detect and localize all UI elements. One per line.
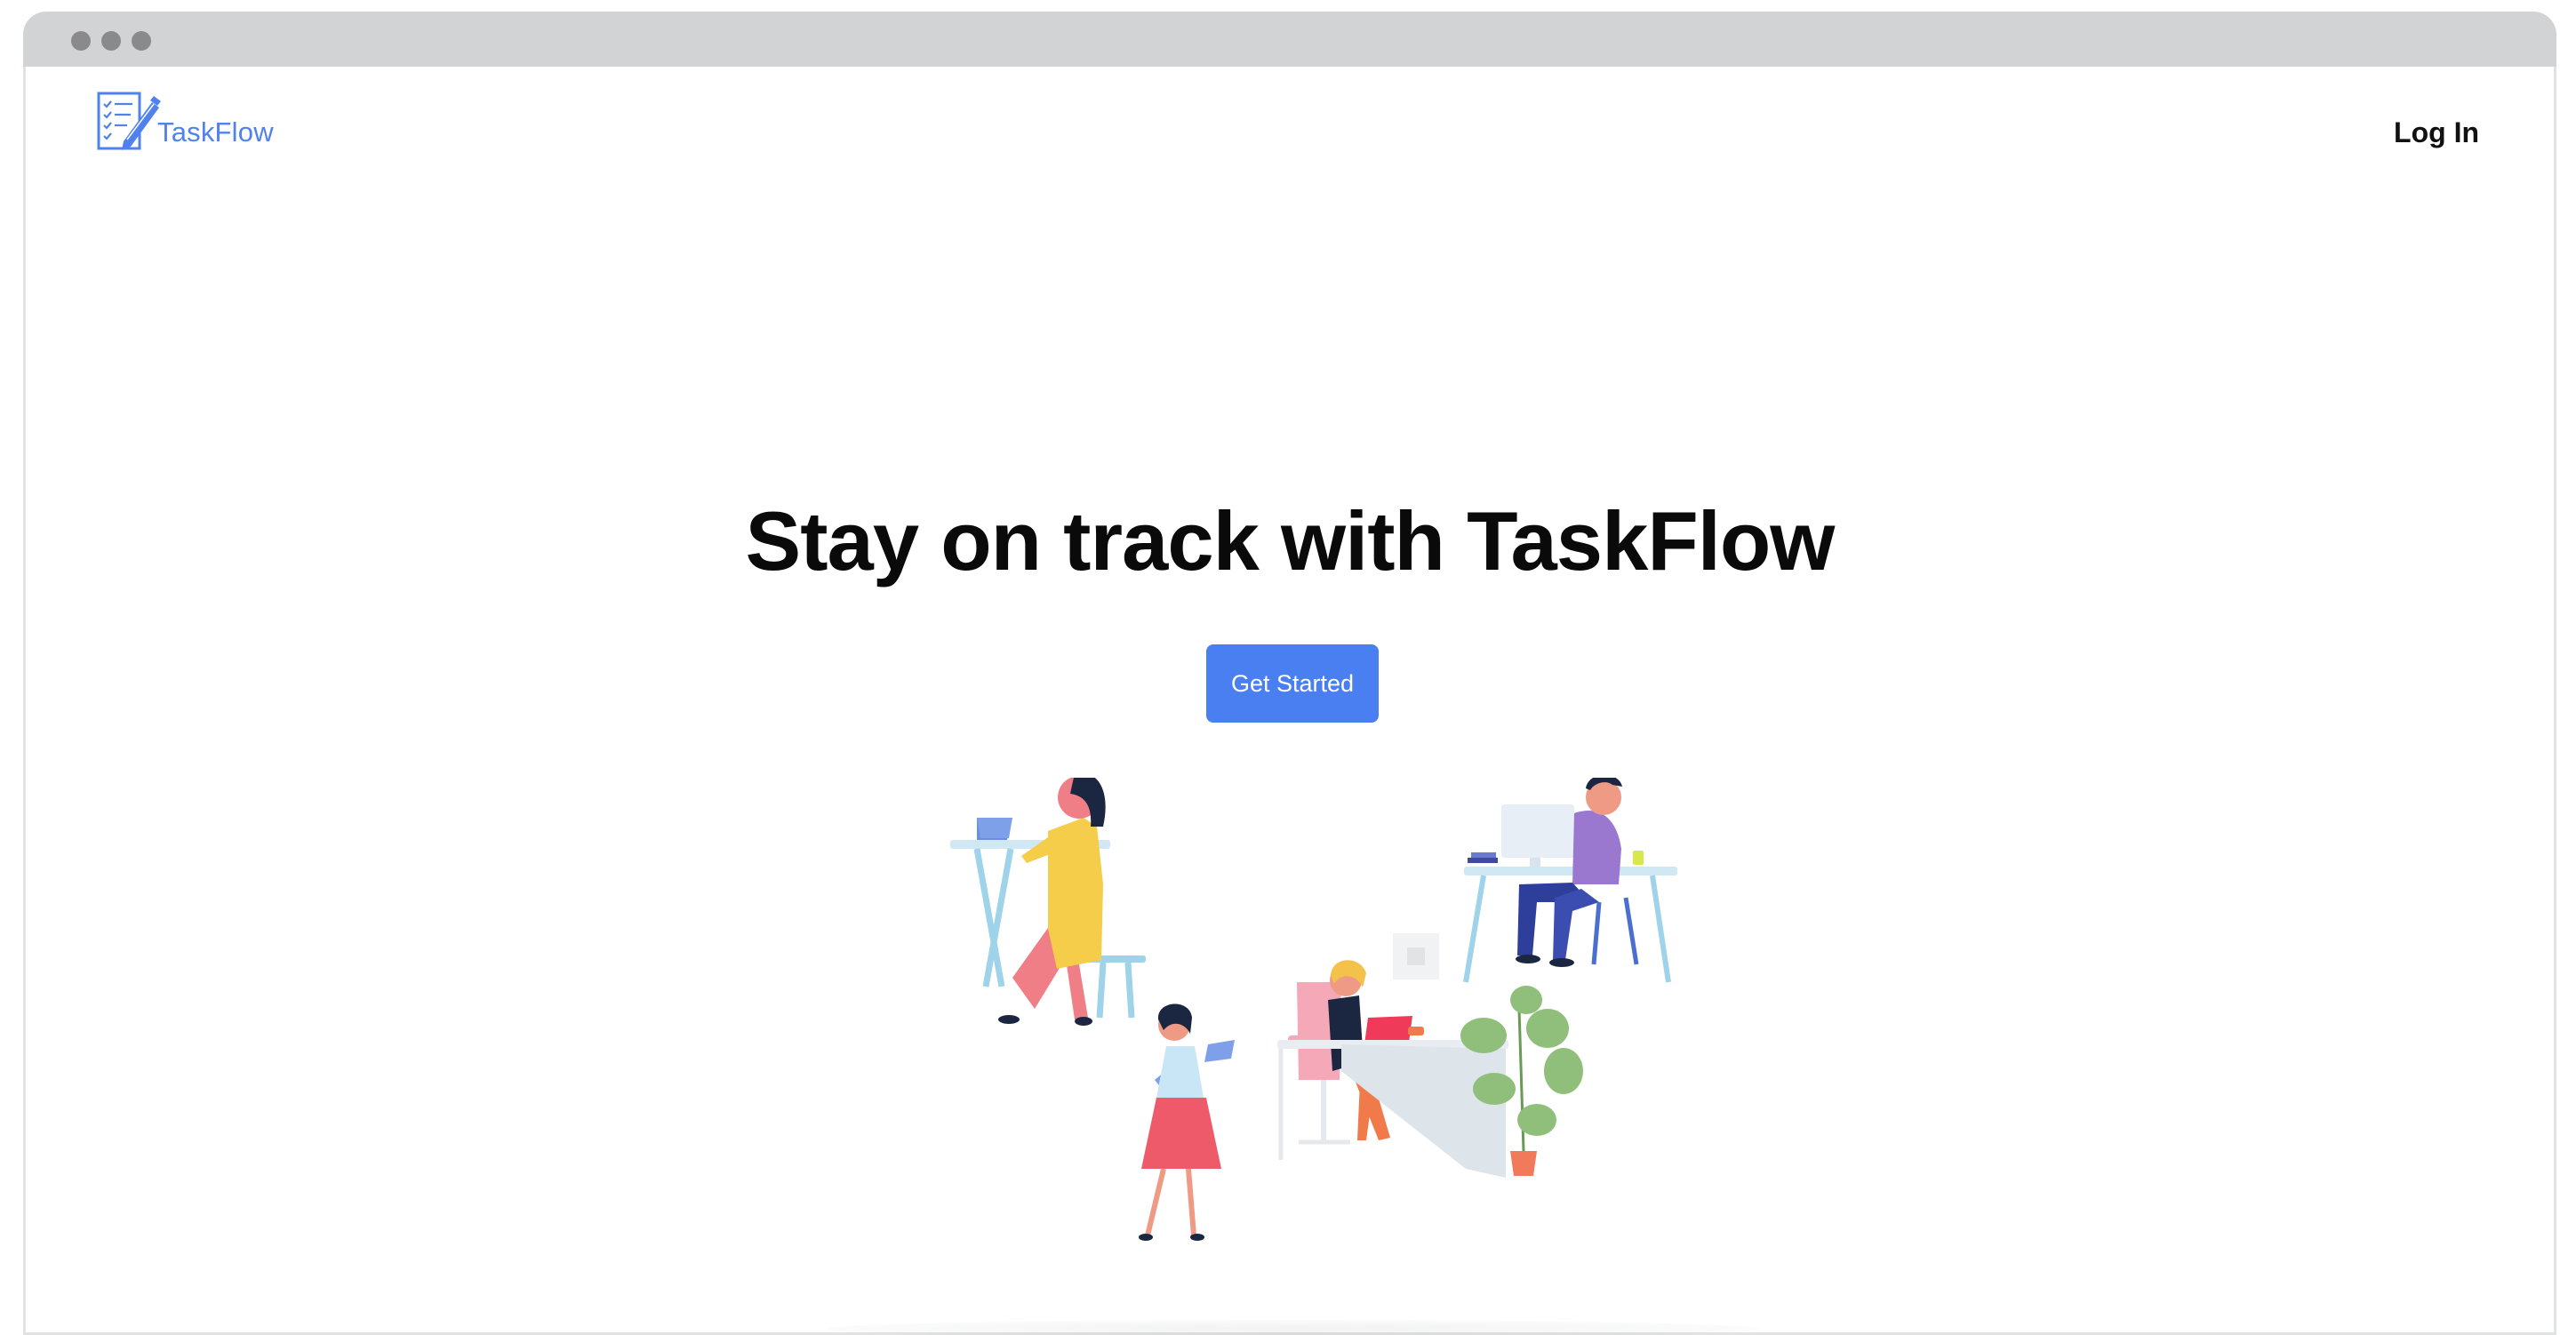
logo-text: TaskFlow	[157, 116, 274, 148]
woman-with-laptop-figure	[1139, 1003, 1235, 1241]
window-close-dot[interactable]	[71, 31, 91, 51]
login-link[interactable]: Log In	[2394, 116, 2479, 149]
illustration-floor-shadow	[826, 1320, 1759, 1335]
window-minimize-dot[interactable]	[101, 31, 121, 51]
window-maximize-dot[interactable]	[132, 31, 151, 51]
hero-title: Stay on track with TaskFlow	[745, 494, 1836, 588]
woman-at-desk-figure	[950, 778, 1146, 1026]
browser-title-bar	[23, 12, 2556, 67]
checklist-pen-icon	[97, 92, 161, 150]
page-viewport: TaskFlow Log In Stay on track with TaskF…	[23, 67, 2556, 1335]
get-started-button[interactable]: Get Started	[1206, 644, 1379, 723]
man-at-computer-figure	[1463, 778, 1677, 983]
logo-link[interactable]: TaskFlow	[97, 90, 274, 154]
office-workers-illustration	[950, 778, 1677, 1241]
browser-window: TaskFlow Log In Stay on track with TaskF…	[23, 12, 2556, 1335]
